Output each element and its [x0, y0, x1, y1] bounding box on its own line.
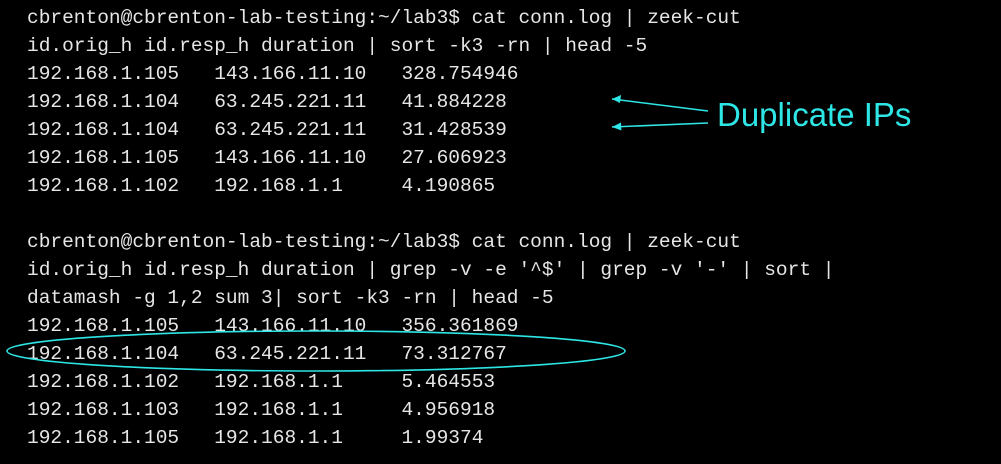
duplicate-ips-callout: Duplicate IPs [717, 96, 912, 133]
command-prompt-line: cbrenton@cbrenton-lab-testing:~/lab3$ ca… [27, 231, 741, 253]
output-row: 192.168.1.105 192.168.1.1 1.99374 [27, 424, 834, 452]
duration-value: 73.312767 [401, 343, 507, 365]
orig-ip: 192.168.1.104 [27, 91, 180, 113]
resp-ip: 192.168.1.1 [214, 427, 343, 449]
output-row: 192.168.1.105 143.166.11.10 356.361869 [27, 312, 834, 340]
duration-value: 328.754946 [401, 63, 519, 85]
resp-ip: 143.166.11.10 [214, 315, 367, 337]
duration-value: 4.956918 [401, 399, 496, 421]
terminal-window[interactable]: cbrenton@cbrenton-lab-testing:~/lab3$ ca… [0, 0, 1001, 464]
output-row: 192.168.1.104 63.245.221.11 41.884228 [27, 88, 834, 116]
output-row: 192.168.1.104 63.245.221.11 31.428539 [27, 116, 834, 144]
resp-ip: 192.168.1.1 [214, 399, 343, 421]
command-continuation-line: datamash -g 1,2 sum 3| sort -k3 -rn | he… [27, 287, 554, 309]
orig-ip: 192.168.1.104 [27, 343, 180, 365]
duration-value: 4.190865 [401, 175, 496, 197]
orig-ip: 192.168.1.105 [27, 147, 180, 169]
resp-ip: 143.166.11.10 [214, 63, 367, 85]
command-continuation-line: id.orig_h id.resp_h duration | grep -v -… [27, 259, 835, 281]
resp-ip: 63.245.221.11 [214, 119, 367, 141]
resp-ip: 63.245.221.11 [214, 343, 367, 365]
orig-ip: 192.168.1.102 [27, 371, 180, 393]
orig-ip: 192.168.1.102 [27, 175, 180, 197]
orig-ip: 192.168.1.105 [27, 315, 180, 337]
duration-value: 356.361869 [401, 315, 519, 337]
orig-ip: 192.168.1.105 [27, 63, 180, 85]
duration-value: 31.428539 [401, 119, 507, 141]
duration-value: 1.99374 [401, 427, 484, 449]
command-continuation-line: id.orig_h id.resp_h duration | sort -k3 … [27, 35, 648, 57]
resp-ip: 192.168.1.1 [214, 175, 343, 197]
terminal-output: cbrenton@cbrenton-lab-testing:~/lab3$ ca… [27, 4, 834, 452]
orig-ip: 192.168.1.105 [27, 427, 180, 449]
duration-value: 41.884228 [401, 91, 507, 113]
command-prompt-line: cbrenton@cbrenton-lab-testing:~/lab3$ ca… [27, 7, 741, 29]
output-row: 192.168.1.102 192.168.1.1 4.190865 [27, 172, 834, 200]
resp-ip: 63.245.221.11 [214, 91, 367, 113]
resp-ip: 192.168.1.1 [214, 371, 343, 393]
orig-ip: 192.168.1.104 [27, 119, 180, 141]
duration-value: 5.464553 [401, 371, 496, 393]
output-row: 192.168.1.103 192.168.1.1 4.956918 [27, 396, 834, 424]
duration-value: 27.606923 [401, 147, 507, 169]
output-row: 192.168.1.102 192.168.1.1 5.464553 [27, 368, 834, 396]
resp-ip: 143.166.11.10 [214, 147, 367, 169]
orig-ip: 192.168.1.103 [27, 399, 180, 421]
output-row: 192.168.1.105 143.166.11.10 27.606923 [27, 144, 834, 172]
output-row: 192.168.1.104 63.245.221.11 73.312767 [27, 340, 834, 368]
output-row: 192.168.1.105 143.166.11.10 328.754946 [27, 60, 834, 88]
